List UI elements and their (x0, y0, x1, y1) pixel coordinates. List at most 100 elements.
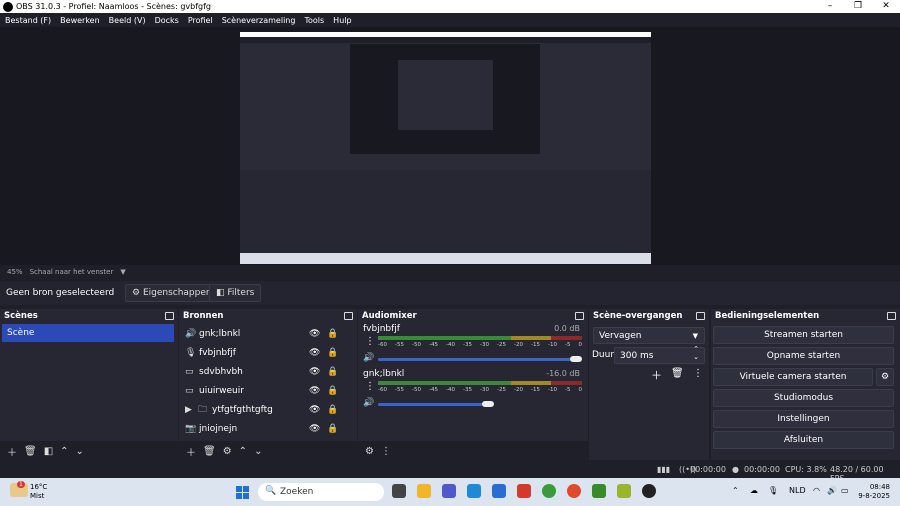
task-view-icon[interactable] (392, 484, 406, 498)
more-icon[interactable]: ⋮ (365, 381, 375, 392)
chevron-up-icon[interactable]: ⌃ (239, 446, 247, 457)
meter-tick-label: 0 (578, 387, 583, 393)
meter-tick-label: -10 (548, 342, 557, 348)
trash-icon[interactable]: 🗑 (24, 446, 37, 457)
filter-icon[interactable]: ◧ (44, 446, 53, 457)
volume-slider[interactable] (378, 358, 578, 361)
properties-button[interactable]: ⚙ Eigenschappen (125, 284, 219, 302)
taskbar-search[interactable]: Zoeken (258, 483, 384, 501)
popout-icon[interactable] (887, 311, 896, 320)
speaker-icon[interactable]: 🔊 (827, 486, 837, 495)
close-button[interactable]: ✕ (872, 0, 900, 13)
source-item[interactable]: 🎙 fvbjnbfjf 👁 🔒 (179, 343, 354, 362)
exit-button[interactable]: Afsluiten (713, 431, 894, 449)
eye-icon[interactable]: 👁 (309, 348, 320, 358)
menu-view[interactable]: Beeld (V) (109, 16, 146, 25)
volume-slider[interactable] (378, 403, 488, 406)
source-item[interactable]: ▭ uiuirweuir 👁 🔒 (179, 381, 354, 400)
trash-icon[interactable]: 🗑 (671, 368, 684, 379)
start-streaming-button[interactable]: Streamen starten (713, 326, 894, 344)
wifi-icon[interactable]: ◠ (813, 486, 820, 495)
gear-icon[interactable]: ⚙ (223, 446, 232, 457)
source-item[interactable]: 📷 jniojnejn 👁 🔒 (179, 419, 354, 438)
chevron-down-icon[interactable]: ⌄ (254, 446, 262, 457)
more-icon[interactable]: ⋮ (381, 446, 391, 457)
add-icon[interactable]: ＋ (7, 444, 17, 459)
menu-help[interactable]: Hulp (333, 16, 351, 25)
add-icon[interactable]: ＋ (651, 367, 662, 383)
menu-tools[interactable]: Tools (304, 16, 324, 25)
start-recording-button[interactable]: Opname starten (713, 347, 894, 365)
popout-icon[interactable] (575, 311, 584, 320)
popout-icon[interactable] (344, 311, 353, 320)
zoom-mode[interactable]: Schaal naar het venster (30, 268, 114, 276)
app-icon[interactable] (617, 484, 631, 498)
chevron-down-icon[interactable]: ⌄ (76, 446, 84, 457)
zoom-percent: 45% (7, 268, 23, 276)
store-icon[interactable] (492, 484, 506, 498)
file-explorer-icon[interactable] (417, 484, 431, 498)
teams-icon[interactable] (442, 484, 456, 498)
lock-icon[interactable]: 🔒 (327, 348, 338, 358)
chevron-up-icon[interactable]: ⌃ (732, 486, 739, 495)
windows-start-icon[interactable] (236, 486, 249, 499)
menu-edit[interactable]: Bewerken (60, 16, 100, 25)
speaker-icon[interactable]: 🔊 (363, 398, 374, 408)
volume-knob[interactable] (570, 356, 582, 362)
source-item[interactable]: ▭ sdvbhvbh 👁 🔒 (179, 362, 354, 381)
popout-icon[interactable] (696, 311, 705, 320)
language-indicator[interactable]: NLD (789, 486, 806, 495)
more-icon[interactable]: ⋮ (693, 368, 703, 379)
settings-button[interactable]: Instellingen (713, 410, 894, 428)
start-virtual-camera-button[interactable]: Virtuele camera starten (713, 368, 873, 386)
folder-icon: 🗀 (198, 404, 208, 415)
minecraft-icon[interactable] (592, 484, 606, 498)
menu-docks[interactable]: Docks (155, 16, 179, 25)
more-icon[interactable]: ⋮ (365, 336, 375, 347)
duration-input[interactable]: 300 ms ⌃ ⌄ (614, 345, 705, 364)
lock-icon[interactable]: 🔒 (327, 329, 338, 339)
menu-file[interactable]: Bestand (F) (5, 16, 51, 25)
eye-icon[interactable]: 👁 (309, 405, 320, 415)
add-icon[interactable]: ＋ (186, 444, 196, 459)
battery-icon[interactable]: ▭ (841, 486, 849, 495)
maximize-button[interactable]: ❐ (844, 0, 872, 13)
minimize-button[interactable]: – (816, 0, 844, 13)
lock-icon[interactable]: 🔒 (327, 405, 338, 415)
chrome-icon[interactable] (542, 484, 556, 498)
transition-select[interactable]: Vervagen ▼ (593, 327, 705, 344)
microphone-icon[interactable]: 🎙 (768, 486, 778, 495)
volume-knob[interactable] (482, 401, 494, 407)
eye-icon[interactable]: 👁 (309, 386, 320, 396)
gear-icon[interactable]: ⚙ (365, 446, 374, 457)
source-item[interactable]: ▶ 🗀 ytfgtfgthtgftg 👁 🔒 (179, 400, 354, 419)
virtual-camera-settings-button[interactable]: ⚙ (876, 368, 894, 386)
obs-icon[interactable] (642, 484, 656, 498)
eye-icon[interactable]: 👁 (309, 367, 320, 377)
cloud-icon[interactable]: ☁ (750, 486, 758, 495)
lock-icon[interactable]: 🔒 (327, 367, 338, 377)
app-icon[interactable] (517, 484, 531, 498)
popout-icon[interactable] (165, 311, 174, 320)
studio-mode-button[interactable]: Studiomodus (713, 389, 894, 407)
eye-icon[interactable]: 👁 (309, 424, 320, 434)
eye-icon[interactable]: 👁 (309, 329, 320, 339)
meter-tick-label: -20 (514, 342, 523, 348)
opera-icon[interactable] (567, 484, 581, 498)
chevron-up-icon[interactable]: ⌃ (60, 446, 68, 457)
source-item[interactable]: 🔊 gnk;lbnkl 👁 🔒 (179, 324, 354, 343)
trash-icon[interactable]: 🗑 (203, 446, 216, 457)
lock-icon[interactable]: 🔒 (327, 424, 338, 434)
filters-button[interactable]: ◧ Filters (209, 284, 262, 302)
weather-widget[interactable]: 16°C Mist (30, 483, 47, 501)
lock-icon[interactable]: 🔒 (327, 386, 338, 396)
menu-profile[interactable]: Profiel (188, 16, 213, 25)
chevron-right-icon[interactable]: ▶ (185, 405, 196, 415)
scene-item[interactable]: Scène (2, 324, 174, 342)
clock[interactable]: 08:48 9-8-2025 (858, 483, 890, 501)
edge-icon[interactable] (467, 484, 481, 498)
chevron-down-icon[interactable]: ▼ (120, 268, 125, 276)
speaker-icon[interactable]: 🔊 (363, 353, 374, 363)
preview-canvas[interactable] (240, 32, 651, 264)
menu-scene-collection[interactable]: Scèneverzameling (222, 16, 296, 25)
